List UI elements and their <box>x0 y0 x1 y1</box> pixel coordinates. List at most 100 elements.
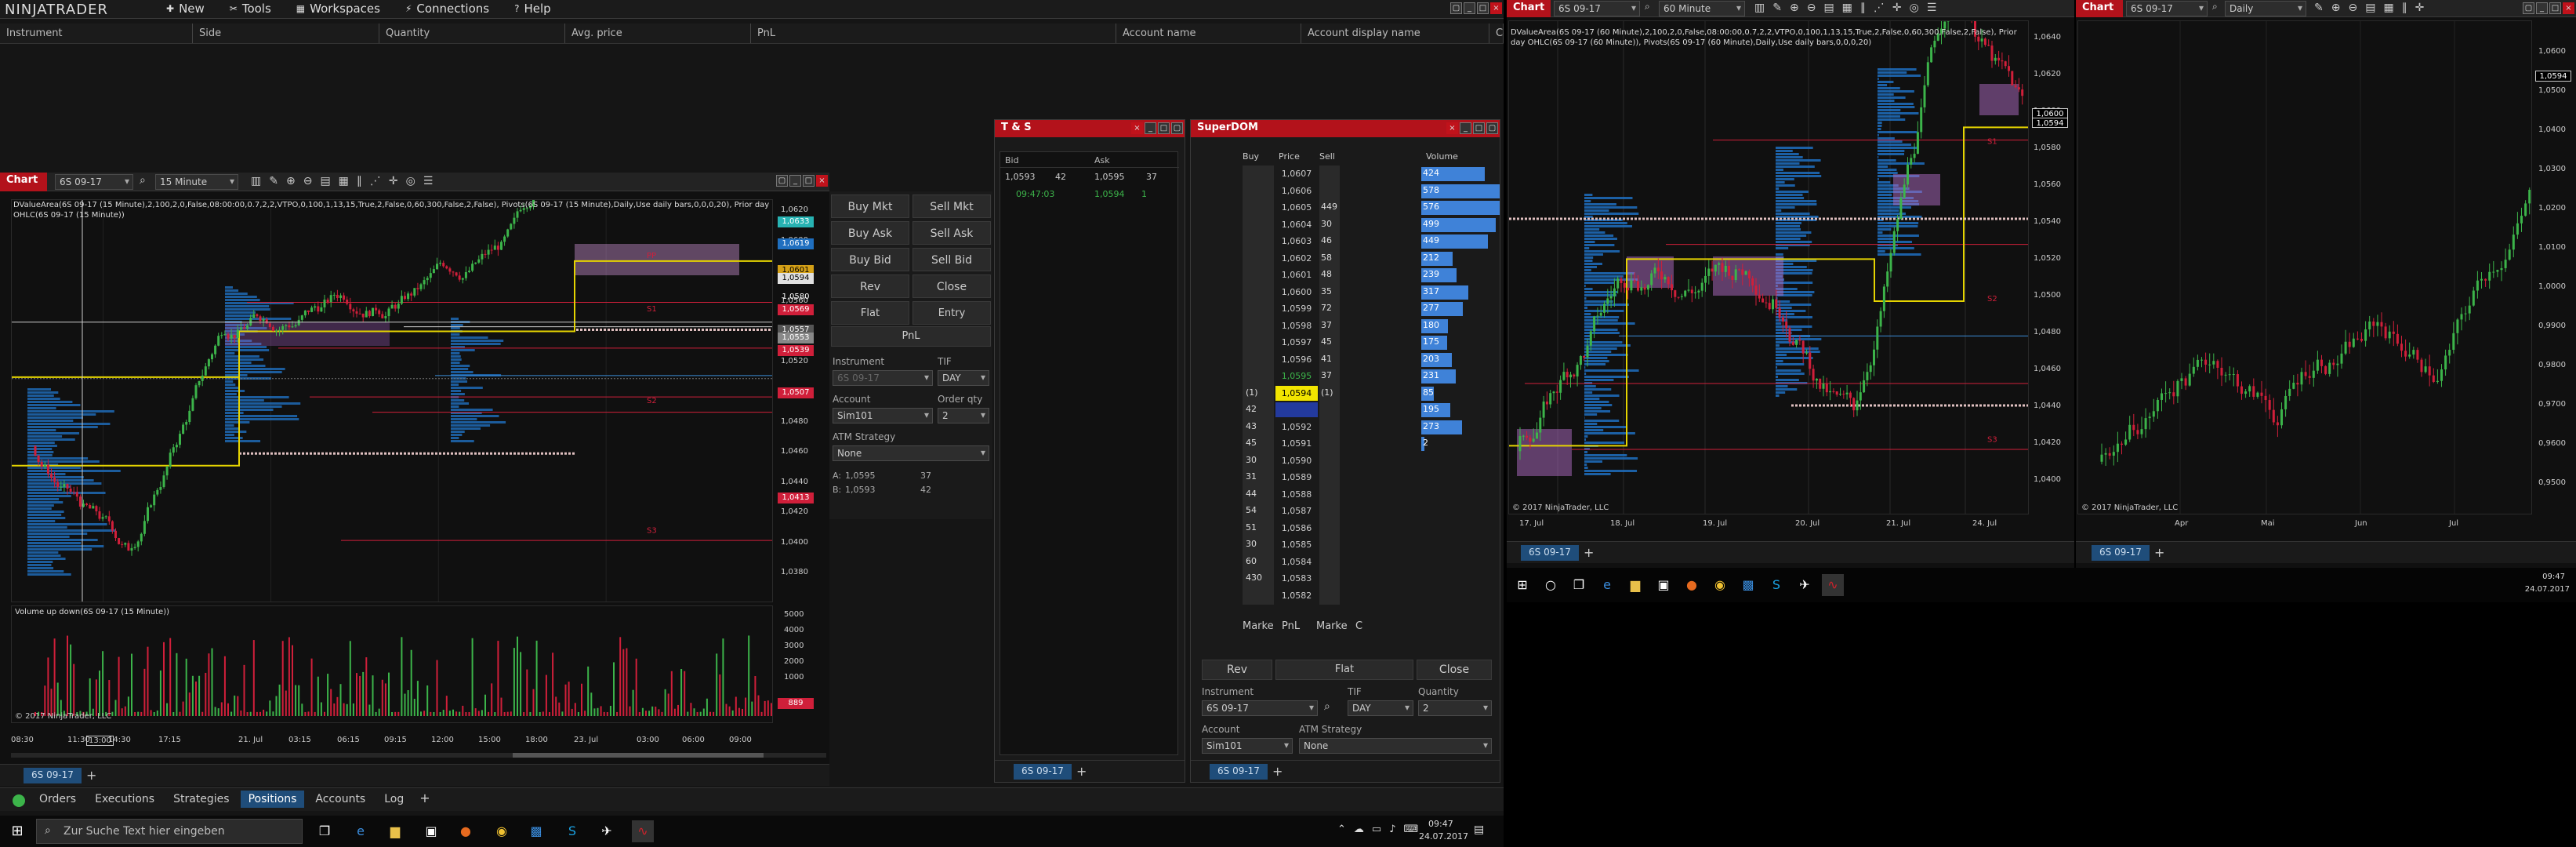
column-header-connection[interactable]: Connection <box>1489 24 1504 43</box>
indicators-icon[interactable]: ∥ <box>1860 2 1866 14</box>
minimize-icon[interactable]: _ <box>1464 2 1475 14</box>
edge-icon[interactable]: e <box>350 820 372 842</box>
buy-ask-button[interactable]: Buy Ask <box>831 221 909 245</box>
chrome-icon[interactable]: ◉ <box>1709 574 1731 596</box>
search-box[interactable]: ⌕ Zur Suche Text hier eingeben <box>36 819 303 844</box>
search-icon[interactable]: ⌕ <box>1645 1 1650 13</box>
close-icon[interactable]: × <box>1131 122 1143 134</box>
file-explorer-icon[interactable]: ▆ <box>1624 574 1646 596</box>
dom-buy-cell[interactable]: 44 <box>1246 489 1271 499</box>
instrument-tab[interactable]: 6S 09-17 <box>1210 764 1268 780</box>
interval-selector[interactable]: Daily <box>2225 1 2306 16</box>
cortana-icon[interactable]: ○ <box>1540 574 1562 596</box>
menu-item-help[interactable]: ? Help <box>514 2 551 16</box>
properties-icon[interactable]: ▤ <box>320 175 330 187</box>
restore-icon[interactable]: ▢ <box>776 175 788 187</box>
scroll-thumb[interactable] <box>513 753 764 758</box>
dom-buy-cell[interactable]: (1) <box>1246 387 1271 398</box>
column-header-avg-price[interactable]: Avg. price <box>565 24 751 43</box>
dom-row[interactable]: 1,0595 37 231 <box>1243 368 1498 385</box>
dom-buy-cell[interactable]: 30 <box>1246 455 1271 465</box>
ninjatrader-app-icon[interactable]: ∿ <box>1822 574 1844 596</box>
dom-row[interactable]: 45 1,0591 2 <box>1243 435 1498 453</box>
task-view-icon[interactable]: ❐ <box>1568 574 1590 596</box>
dom-row[interactable]: 30 1,0590 <box>1243 453 1498 470</box>
dom-row[interactable]: 43 1,0592 273 <box>1243 419 1498 436</box>
windows-start-icon[interactable]: ⊞ <box>6 820 28 842</box>
restore-icon[interactable]: ▢ <box>2523 2 2534 14</box>
interval-selector[interactable]: 15 Minute <box>155 174 238 190</box>
close-icon[interactable]: × <box>1446 122 1458 134</box>
dom-sell-cell[interactable]: 46 <box>1321 235 1340 245</box>
tab-positions[interactable]: Positions <box>240 791 305 808</box>
task-view-icon[interactable]: ❐ <box>314 820 336 842</box>
entry-button[interactable]: Entry <box>912 301 991 325</box>
indicators-icon[interactable]: ∥ <box>2402 2 2407 14</box>
dom-row[interactable]: 1,0607 424 <box>1243 165 1498 183</box>
dom-sell-cell[interactable]: 58 <box>1321 253 1340 263</box>
sell-bid-button[interactable]: Sell Bid <box>912 248 991 271</box>
price-chart-canvas[interactable] <box>2078 21 2532 514</box>
bars-icon[interactable]: ▥ <box>251 175 261 187</box>
close-button[interactable]: Close <box>1417 660 1492 680</box>
add-tab-icon[interactable]: + <box>1076 764 1087 779</box>
dom-row[interactable]: 1,0597 45 175 <box>1243 334 1498 351</box>
dom-row[interactable]: 42 195 <box>1243 402 1498 419</box>
skype-icon[interactable]: S <box>561 820 583 842</box>
dom-row[interactable]: (1) 1,0594 (1) 85 <box>1243 385 1498 402</box>
maximize-icon[interactable]: □ <box>803 175 815 187</box>
volume-panel[interactable]: Volume up down(6S 09-17 (15 Minute)) © 2… <box>11 605 773 723</box>
dom-row[interactable]: 430 1,0583 <box>1243 570 1498 587</box>
tif-selector[interactable]: DAY <box>1348 700 1413 716</box>
misc-app-icon[interactable]: ✈ <box>1794 574 1816 596</box>
indicators-icon[interactable]: ∥ <box>357 175 362 187</box>
draw-icon[interactable]: ✎ <box>1772 2 1782 14</box>
firefox-icon[interactable]: ● <box>455 820 477 842</box>
tab-strategies[interactable]: Strategies <box>165 791 238 808</box>
dom-row[interactable]: 1,0596 41 203 <box>1243 351 1498 369</box>
crosshair-icon[interactable]: ✛ <box>389 175 398 187</box>
draw-icon[interactable]: ✎ <box>269 175 278 187</box>
firefox-icon[interactable]: ● <box>1681 574 1703 596</box>
add-tab-icon[interactable]: + <box>1272 764 1283 779</box>
search-icon[interactable]: ⌕ <box>1324 700 1330 713</box>
pnl-toggle[interactable]: PnL <box>1282 620 1300 632</box>
remote-desktop-icon[interactable]: ▩ <box>525 820 547 842</box>
instrument-selector[interactable]: 6S 09-17 <box>2126 1 2208 16</box>
column-header-pnl[interactable]: PnL <box>751 24 1116 43</box>
restore-icon[interactable]: ▢ <box>1450 2 1462 14</box>
menu-item-new[interactable]: ✚ New <box>166 2 205 16</box>
windows-start-icon[interactable]: ⊞ <box>1511 574 1533 596</box>
sell-ask-button[interactable]: Sell Ask <box>912 221 991 245</box>
tab-orders[interactable]: Orders <box>31 791 84 808</box>
column-header-instrument[interactable]: Instrument <box>0 24 193 43</box>
strategies-icon[interactable]: ⋰ <box>370 175 381 187</box>
dom-buy-cell[interactable]: 51 <box>1246 522 1271 533</box>
tab-executions[interactable]: Executions <box>87 791 162 808</box>
menu-item-workspaces[interactable]: ▦ Workspaces <box>296 2 380 16</box>
dom-row[interactable]: 1,0605 449 576 <box>1243 199 1500 216</box>
skype-icon[interactable]: S <box>1765 574 1787 596</box>
dom-sell-cell[interactable]: 37 <box>1321 370 1340 380</box>
flat-button[interactable]: Flat <box>1275 660 1413 680</box>
dom-row[interactable]: 30 1,0585 <box>1243 536 1498 554</box>
dom-sell-cell[interactable]: 45 <box>1321 336 1340 347</box>
price-chart-canvas[interactable]: S1 S2 S3 PP <box>12 200 773 602</box>
dom-row[interactable]: 1,0602 58 212 <box>1243 250 1498 267</box>
minimize-icon[interactable]: _ <box>789 175 801 187</box>
dom-buy-cell[interactable]: 43 <box>1246 421 1271 431</box>
maximize-icon[interactable]: □ <box>1473 122 1485 134</box>
misc-app-icon[interactable]: ✈ <box>596 820 618 842</box>
atm-strategy-selector[interactable]: None <box>1299 738 1492 754</box>
buy-bid-button[interactable]: Buy Bid <box>831 248 909 271</box>
flat-button[interactable]: Flat <box>831 301 909 325</box>
data-box-icon[interactable]: ▦ <box>2383 2 2393 14</box>
instrument-selector[interactable]: 6S 09-17 <box>1554 1 1640 16</box>
reverse-button[interactable]: Rev <box>1202 660 1272 680</box>
chrome-icon[interactable]: ◉ <box>491 820 513 842</box>
column-header-quantity[interactable]: Quantity <box>379 24 565 43</box>
zoom-in-icon[interactable]: ⊕ <box>1790 2 1799 14</box>
alerts-icon[interactable]: ◎ <box>406 175 415 187</box>
add-tab-icon[interactable]: + <box>2154 545 2164 560</box>
reverse-button[interactable]: Rev <box>831 274 909 298</box>
